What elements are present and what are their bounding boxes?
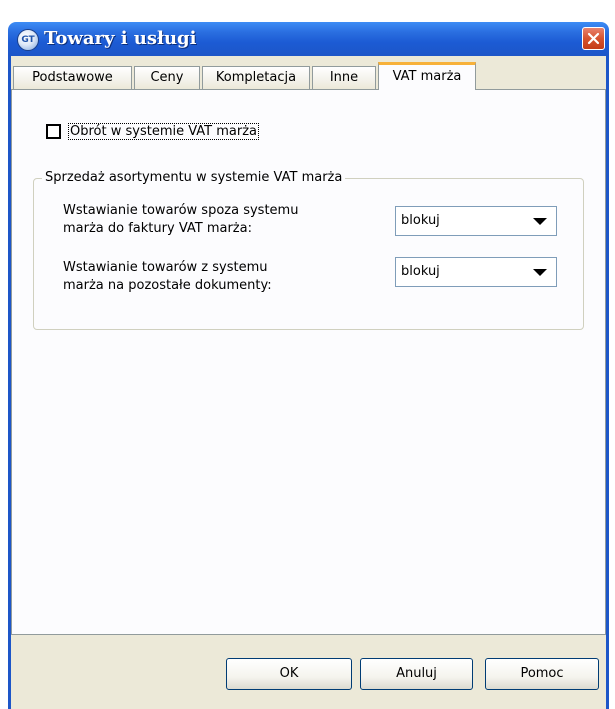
cancel-button[interactable]: Anuluj [360, 658, 473, 690]
tab-kompletacja[interactable]: Kompletacja [202, 66, 310, 89]
title-bar[interactable]: GT Towary i usługi [8, 22, 609, 56]
tab-vat-marza[interactable]: VAT marża [378, 62, 476, 90]
select-value: blokuj [401, 264, 440, 279]
group-title: Sprzedaż asortymentu w systemie VAT marż… [42, 170, 346, 185]
window-title: Towary i usługi [44, 28, 197, 49]
tab-page-vat-marza: Obrót w systemie VAT marża Sprzedaż asor… [11, 89, 606, 635]
vat-margin-checkbox[interactable] [46, 124, 61, 139]
vat-margin-checkbox-label[interactable]: Obrót w systemie VAT marża [68, 123, 260, 140]
field-label-line: Wstawianie towarów z systemu [63, 260, 268, 275]
field-label-line: marża do faktury VAT marża: [63, 221, 252, 236]
field-label-line: Wstawianie towarów spoza systemu [63, 203, 299, 218]
foreign-goods-select[interactable]: blokuj [395, 206, 557, 236]
help-button[interactable]: Pomoc [485, 658, 599, 690]
tab-inne[interactable]: Inne [312, 66, 376, 89]
dropdown-arrow-icon[interactable] [533, 218, 547, 225]
vat-margin-sales-group: Sprzedaż asortymentu w systemie VAT marż… [33, 170, 584, 330]
field-label-margin-goods: Wstawianie towarów z systemu marża na po… [63, 259, 272, 295]
tab-podstawowe[interactable]: Podstawowe [13, 66, 132, 89]
field-label-foreign-goods: Wstawianie towarów spoza systemu marża d… [63, 202, 298, 238]
close-button[interactable] [582, 27, 605, 50]
select-value: blokuj [401, 213, 440, 228]
ok-button[interactable]: OK [226, 658, 352, 690]
close-icon [587, 32, 600, 45]
margin-goods-select[interactable]: blokuj [395, 257, 557, 287]
field-label-line: marża na pozostałe dokumenty: [63, 278, 272, 293]
tab-strip: Podstawowe Ceny Kompletacja Inne VAT mar… [11, 62, 606, 90]
dialog-window: Podstawowe Ceny Kompletacja Inne VAT mar… [8, 56, 609, 709]
dropdown-arrow-icon[interactable] [533, 269, 547, 276]
tab-ceny[interactable]: Ceny [134, 66, 200, 89]
app-logo-icon: GT [17, 29, 39, 51]
